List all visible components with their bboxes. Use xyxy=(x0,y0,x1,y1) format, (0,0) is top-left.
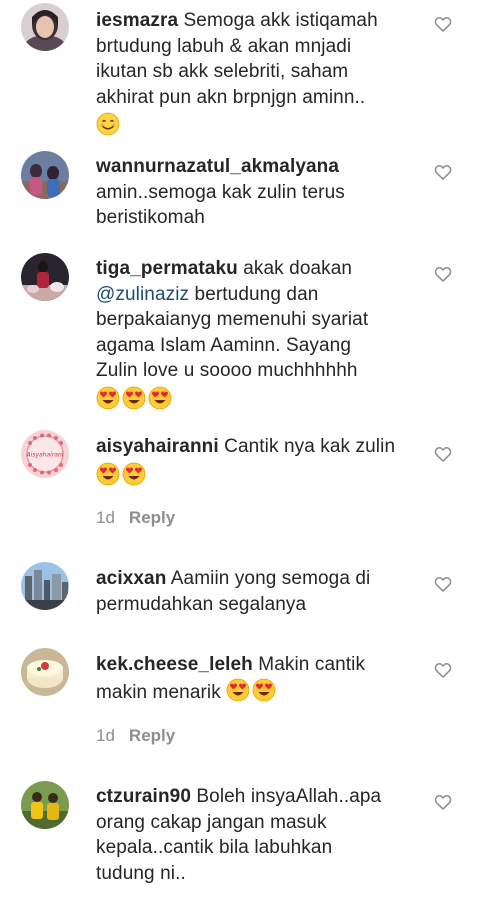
avatar[interactable] xyxy=(21,648,69,696)
comment-body: makin menarik xyxy=(96,681,221,703)
avatar[interactable]: Aisyahairani xyxy=(21,430,69,478)
heart-eyes-emoji xyxy=(122,462,146,485)
comment-username[interactable]: kek.cheese_leleh xyxy=(96,654,253,675)
comment-aisyahairanni: Aisyahairani aisyahairanni Cantik nya ka… xyxy=(0,428,492,548)
like-heart-icon[interactable] xyxy=(433,574,453,594)
like-heart-icon[interactable] xyxy=(433,660,453,680)
like-heart-icon[interactable] xyxy=(433,14,453,34)
comment-username[interactable]: tiga_permataku xyxy=(96,258,238,279)
comment-username[interactable]: acixxan xyxy=(96,568,166,589)
comment-body: bertudung dan xyxy=(194,283,319,305)
heart-eyes-emoji xyxy=(226,678,250,701)
comment-text: kek.cheese_leleh Makin cantik makin mena… xyxy=(96,652,416,705)
comment-text: ctzurain90 Boleh insyaAllah..apa orang c… xyxy=(96,784,416,886)
comment-body: agama Islam Aaminn. Sayang xyxy=(96,334,352,356)
comment-text: acixxan Aamiin yong semoga di permudahka… xyxy=(96,566,416,617)
avatar[interactable] xyxy=(21,562,69,610)
comment-text: wannurnazatul_akmalyana amin..semoga kak… xyxy=(96,154,416,231)
comment-time: 1d xyxy=(96,726,115,745)
comment-text: iesmazra Semoga akk istiqamah brtudung l… xyxy=(96,8,416,140)
comment-body: akhirat pun akn brpnjgn aminn.. xyxy=(96,86,366,108)
comment-body: Cantik nya kak zulin xyxy=(224,436,396,457)
mention-link[interactable]: @zulinaziz xyxy=(96,284,189,305)
avatar-logo-text: Aisyahairani xyxy=(26,452,64,459)
comment-username[interactable]: wannurnazatul_akmalyana xyxy=(96,156,339,177)
comment-iesmazra: iesmazra Semoga akk istiqamah brtudung l… xyxy=(0,0,492,148)
comment-kek-cheese-leleh: kek.cheese_leleh Makin cantik makin mena… xyxy=(0,646,492,756)
comment-text: tiga_permataku akak doakan @zulinaziz be… xyxy=(96,256,416,413)
comment-body: tudung ni.. xyxy=(96,862,186,884)
comment-time: 1d xyxy=(96,508,115,527)
heart-eyes-emoji xyxy=(148,386,172,409)
avatar[interactable] xyxy=(21,151,69,199)
avatar[interactable] xyxy=(21,3,69,51)
comment-username[interactable]: aisyahairanni xyxy=(96,436,219,457)
like-heart-icon[interactable] xyxy=(433,264,453,284)
comment-username[interactable]: iesmazra xyxy=(96,10,178,31)
comment-body: Zulin love u soooo muchhhhhh xyxy=(96,360,358,381)
reply-button[interactable]: Reply xyxy=(129,726,175,745)
comment-username[interactable]: ctzurain90 xyxy=(96,786,191,807)
avatar[interactable] xyxy=(21,253,69,301)
comment-body: berpakaianyg memenuhi syariat xyxy=(96,309,369,330)
comment-tiga-permataku: tiga_permataku akak doakan @zulinaziz be… xyxy=(0,250,492,420)
heart-eyes-emoji xyxy=(252,678,276,701)
comment-ctzurain90: ctzurain90 Boleh insyaAllah..apa orang c… xyxy=(0,778,492,897)
heart-eyes-emoji xyxy=(96,386,120,409)
comment-wannurnazatul: wannurnazatul_akmalyana amin..semoga kak… xyxy=(0,148,492,248)
comment-body: kepala..cantik bila labuhkan xyxy=(96,837,333,858)
like-heart-icon[interactable] xyxy=(433,792,453,812)
comment-body: permudahkan segalanya xyxy=(96,593,307,615)
comment-meta: 1d Reply xyxy=(96,508,175,528)
reply-button[interactable]: Reply xyxy=(129,508,175,527)
comment-body: orang cakap jangan masuk xyxy=(96,811,327,833)
avatar[interactable] xyxy=(21,781,69,829)
comment-meta: 1d Reply xyxy=(96,726,175,746)
like-heart-icon[interactable] xyxy=(433,162,453,182)
comment-body: akak doakan xyxy=(243,258,353,279)
comment-body: ikutan sb akk selebriti, saham xyxy=(96,61,349,82)
smiling-face-emoji xyxy=(96,112,120,136)
like-heart-icon[interactable] xyxy=(433,444,453,464)
heart-eyes-emoji xyxy=(96,462,120,485)
heart-eyes-emoji xyxy=(122,386,146,409)
comment-body: Aamiin yong semoga di xyxy=(170,568,371,589)
comment-text: aisyahairanni Cantik nya kak zulin xyxy=(96,434,416,489)
comment-body: amin..semoga kak zulin terus xyxy=(96,181,345,203)
comment-body: Boleh insyaAllah..apa xyxy=(196,786,382,807)
comment-acixxan: acixxan Aamiin yong semoga di permudahka… xyxy=(0,560,492,640)
comment-body: brtudung labuh & akan mnjadi xyxy=(96,35,352,57)
comment-body: Semoga akk istiqamah xyxy=(183,10,378,31)
comment-body: Makin cantik xyxy=(258,654,366,675)
comment-body: beristikomah xyxy=(96,207,205,228)
